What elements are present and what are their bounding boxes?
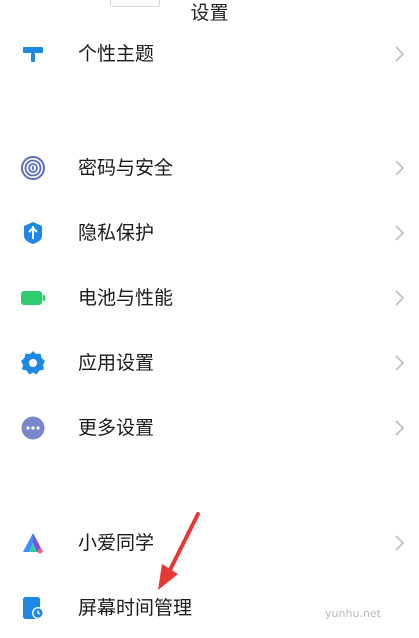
fingerprint-icon [20, 155, 46, 181]
chevron-right-icon [393, 289, 405, 307]
settings-item-privacy[interactable]: 隐私保护 [0, 205, 419, 259]
red-annotation-arrow-icon [150, 512, 206, 592]
privacy-shield-icon [20, 220, 46, 246]
battery-icon [20, 285, 46, 311]
settings-item-app-settings[interactable]: 应用设置 [0, 335, 419, 389]
settings-item-theme[interactable]: 个性主题 [0, 26, 419, 80]
settings-item-label: 隐私保护 [78, 222, 155, 244]
settings-item-battery[interactable]: 电池与性能 [0, 270, 419, 324]
screen-time-icon [20, 595, 46, 621]
settings-item-label: 应用设置 [78, 352, 155, 374]
chevron-right-icon [393, 45, 405, 63]
chevron-right-icon [393, 224, 405, 242]
settings-item-label: 电池与性能 [78, 287, 174, 309]
settings-item-label: 密码与安全 [78, 157, 174, 179]
settings-item-label: 屏幕时间管理 [78, 597, 193, 619]
page-title: 设置 [190, 2, 229, 24]
chevron-right-icon [393, 159, 405, 177]
settings-item-label: 个性主题 [78, 43, 155, 65]
watermark: yunhu.net [325, 607, 381, 620]
settings-item-xiaoai[interactable]: 小爱同学 [0, 515, 419, 569]
settings-item-more-settings[interactable]: 更多设置 [0, 400, 419, 454]
chevron-right-icon [393, 354, 405, 372]
settings-item-label: 小爱同学 [78, 532, 155, 554]
settings-item-password-security[interactable]: 密码与安全 [0, 140, 419, 194]
xiaoai-assistant-icon [20, 530, 46, 556]
settings-item-label: 更多设置 [78, 417, 155, 439]
theme-brush-icon [20, 41, 46, 67]
chevron-right-icon [393, 534, 405, 552]
more-dots-icon [20, 415, 46, 441]
gear-icon [20, 350, 46, 376]
chevron-right-icon [393, 419, 405, 437]
